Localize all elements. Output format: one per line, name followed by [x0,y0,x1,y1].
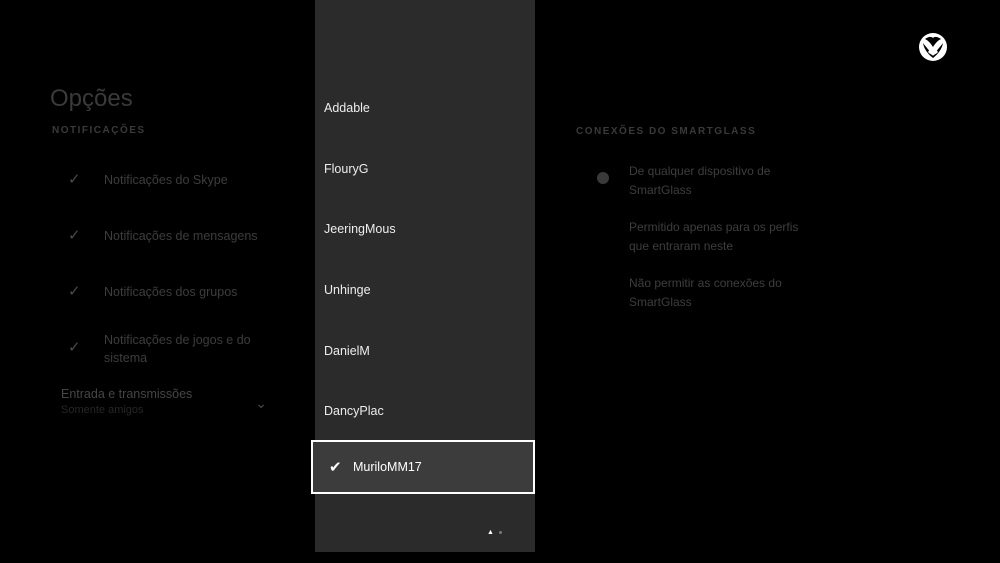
chevron-down-icon: ⌄ [255,395,267,411]
smartglass-section-header: CONEXÕES DO SMARTGLASS [576,126,757,137]
checkmark-icon: ✔ [329,459,342,476]
option-label: Notificações do Skype [104,173,228,187]
dropdown-title: Entrada e transmissões [61,387,193,401]
option-skype-notifications[interactable]: ✓ Notificações do Skype [68,171,308,189]
input-streaming-dropdown[interactable]: Entrada e transmissões Somente amigos ⌄ [61,387,271,416]
scroll-up-icon: ▲ [487,529,494,536]
page-dot [498,531,502,534]
account-item-selected[interactable]: ✔ MuriloMM17 [311,440,535,494]
account-item[interactable]: Addable [324,101,370,115]
option-game-system-notifications[interactable]: ✓ Notificações de jogos e do sistema [68,331,308,367]
account-item[interactable]: DanielMM [324,344,370,358]
account-item[interactable]: DancyPlace [324,404,384,418]
account-item[interactable]: JeeringMouse [324,222,396,236]
account-item[interactable]: Unhinge [324,283,370,297]
checkmark-icon: ✓ [68,227,81,244]
options-panel: Opções NOTIFICAÇÕES ✓ Notificações do Sk… [0,0,315,563]
option-label: Notificações de jogos e do sistema [104,333,251,365]
option-message-notifications[interactable]: ✓ Notificações de mensagens [68,227,308,245]
dropdown-value: Somente amigos [61,404,144,416]
page-title: Opções [50,85,133,112]
checkmark-icon: ✓ [68,339,81,356]
option-group-notifications[interactable]: ✓ Notificações dos grupos [68,283,308,301]
radio-selected-icon[interactable] [597,172,609,184]
xbox-logo-icon [919,33,947,61]
option-label: Notificações dos grupos [104,285,238,299]
account-item[interactable]: FlouryG [324,162,370,176]
checkmark-icon: ✓ [68,171,81,188]
smartglass-option-any[interactable]: De qualquer dispositivo de SmartGlass [629,162,799,200]
account-name: MuriloMM17 [353,460,422,474]
scroll-indicator: ▲ [487,529,502,536]
smartglass-option-none[interactable]: Não permitir as conexões do SmartGlass [629,274,799,312]
smartglass-option-profiles[interactable]: Permitido apenas para os perfis que entr… [629,218,799,256]
checkmark-icon: ✓ [68,283,81,300]
option-label: Notificações de mensagens [104,229,258,243]
notifications-section-header: NOTIFICAÇÕES [52,125,146,136]
